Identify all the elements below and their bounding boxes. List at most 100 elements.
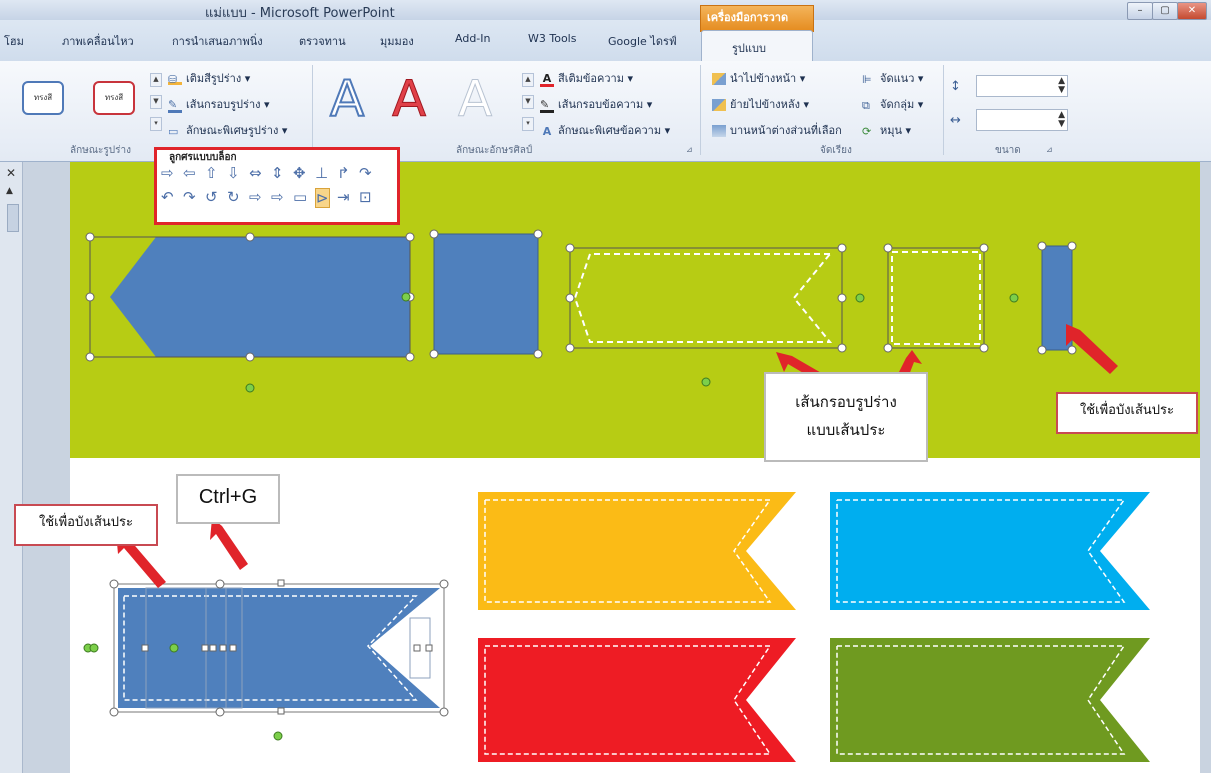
left-right-arrow-shape-icon[interactable]: ⇔ [249, 164, 262, 182]
striped-right-arrow-shape-icon[interactable]: ⇨ [249, 188, 262, 206]
selection-frame-3 [569, 247, 843, 349]
quad-arrow-shape-icon[interactable]: ✥ [293, 164, 306, 182]
shape-height-input[interactable]: ▲ ▼ [976, 75, 1068, 97]
tab-review[interactable]: ตรวจทาน [299, 32, 346, 50]
wordart-more[interactable]: ▾ [522, 117, 534, 131]
shape-styles-scroll-down[interactable]: ▼ [150, 95, 162, 109]
pen-outline-icon: ✎ [168, 98, 182, 113]
u-turn-arrow-shape-icon[interactable]: ↷ [359, 164, 372, 182]
wordart-style-red[interactable]: A [391, 69, 426, 129]
tab-add-in[interactable]: Add-In [455, 32, 490, 45]
ribbon-separator [312, 65, 313, 155]
close-button[interactable]: ✕ [1177, 2, 1207, 20]
title-bar: แม่แบบ - Microsoft PowerPoint – ▢ ✕ [0, 0, 1211, 21]
ribbon-separator [943, 65, 944, 155]
pane-scrollbar-thumb[interactable] [7, 204, 19, 232]
tab-format-label: รูปแบบ [732, 42, 766, 55]
down-arrow-shape-icon[interactable]: ⇩ [227, 164, 240, 182]
text-fill-button[interactable]: A สีเติมข้อความ ▾ [540, 69, 633, 87]
up-arrow-shape-icon[interactable]: ⇧ [205, 164, 218, 182]
swatch-label: ทรงสี [33, 93, 53, 102]
wordart-scroll-up[interactable]: ▲ [522, 73, 534, 87]
text-outline-button[interactable]: ✎ เส้นกรอบข้อความ ▾ [540, 95, 652, 113]
banner-cyan[interactable] [830, 492, 1150, 610]
arrange-group-label: จัดเรียง [820, 145, 852, 156]
bring-forward-button[interactable]: นำไปข้างหน้า ▾ [712, 69, 805, 87]
scroll-up-icon[interactable]: ▲ [6, 186, 13, 196]
send-backward-label: ย้ายไปข้างหลัง ▾ [730, 98, 810, 111]
dashed-chevron-outline[interactable] [573, 253, 833, 343]
minimize-button[interactable]: – [1127, 2, 1153, 20]
align-button[interactable]: ⊫ จัดแนว ▾ [862, 69, 923, 87]
rotate-label: หมุน ▾ [880, 124, 912, 137]
paint-bucket-icon: ⛁ [168, 73, 182, 86]
shape-effects-button[interactable]: ▭ ลักษณะพิเศษรูปร่าง ▾ [168, 121, 287, 139]
shape-styles-more[interactable]: ▾ [150, 117, 162, 131]
rotate-button[interactable]: ⟳ หมุน ▾ [862, 121, 911, 139]
wordart-style-white[interactable]: A [457, 69, 492, 129]
down-arrow-callout-shape-icon[interactable]: ⊡ [359, 188, 372, 206]
ribbon-tabs: โฮม ภาพเคลื่อนไหว การนำเสนอภาพนิ่ง ตรวจท… [0, 20, 1211, 62]
chevron-shape-icon[interactable]: ⊳ [315, 188, 330, 208]
left-arrow-shape-icon[interactable]: ⇦ [183, 164, 196, 182]
size-dialog-launcher[interactable]: ⊿ [1046, 145, 1053, 154]
curved-left-arrow-shape-icon[interactable]: ↶ [161, 188, 174, 206]
up-down-arrow-shape-icon[interactable]: ⇕ [271, 164, 284, 182]
banner-red[interactable] [478, 638, 796, 762]
shape-fill-button[interactable]: ⛁ เติมสีรูปร่าง ▾ [168, 69, 250, 87]
wordart-scroll-down[interactable]: ▼ [522, 95, 534, 109]
text-effects-button[interactable]: A ลักษณะพิเศษข้อความ ▾ [540, 121, 670, 139]
shape-width-input[interactable]: ▲ ▼ [976, 109, 1068, 131]
callout-ctrl-g: Ctrl+G [176, 474, 280, 524]
callout-dashed-outline-line1: เส้นกรอบรูปร่าง [795, 393, 897, 411]
shape-outline-button[interactable]: ✎ เส้นกรอบรูปร่าง ▾ [168, 95, 270, 113]
wordart-style-outline-blue[interactable]: A [329, 69, 365, 129]
block-arrows-title: ลูกศรแบบบล็อก [169, 152, 237, 163]
tab-format[interactable]: รูปแบบ [701, 30, 813, 63]
send-backward-button[interactable]: ย้ายไปข้างหลัง ▾ [712, 95, 809, 113]
shape-styles-scroll-up[interactable]: ▲ [150, 73, 162, 87]
tab-slideshow[interactable]: การนำเสนอภาพนิ่ง [172, 32, 263, 50]
align-label: จัดแนว ▾ [880, 72, 924, 85]
maximize-button[interactable]: ▢ [1152, 2, 1178, 20]
bent-arrow-shape-icon[interactable]: ↱ [337, 164, 350, 182]
chevron-shape-1[interactable] [110, 237, 410, 357]
tab-w3-tools[interactable]: W3 Tools [528, 32, 576, 45]
tab-home[interactable]: โฮม [4, 32, 24, 50]
pentagon-shape-icon[interactable]: ▭ [293, 188, 307, 206]
banner-yellow[interactable] [478, 492, 796, 610]
slide-canvas[interactable]: เส้นกรอบรูปร่าง แบบเส้นประ ใช้เพื่อบังเส… [14, 162, 1200, 773]
tab-google-drive[interactable]: Google ไดรฟ์ [608, 32, 677, 50]
drawing-tools-context: เครื่องมือการวาด [700, 5, 814, 32]
wordart-dialog-launcher[interactable]: ⊿ [686, 145, 693, 154]
slides-pane-strip: ✕ ▲ [0, 162, 23, 773]
powerpoint-window: แม่แบบ - Microsoft PowerPoint – ▢ ✕ โฮม … [0, 0, 1211, 773]
curved-up-arrow-shape-icon[interactable]: ↺ [205, 188, 218, 206]
dashed-square-outline[interactable] [891, 251, 981, 345]
align-icon: ⊫ [862, 73, 872, 86]
selection-pane-button[interactable]: บานหน้าต่างส่วนที่เลือก [712, 121, 842, 139]
shape-style-swatch-red[interactable]: ทรงสี [93, 81, 135, 115]
window-controls: – ▢ ✕ [1127, 2, 1207, 20]
swatch-label: ทรงสี [104, 93, 124, 102]
square-shape-2[interactable] [433, 233, 539, 355]
curved-down-arrow-shape-icon[interactable]: ↻ [227, 188, 240, 206]
close-pane-icon[interactable]: ✕ [6, 166, 16, 180]
grouped-blue-banner[interactable] [118, 588, 440, 708]
tab-view[interactable]: มุมมอง [380, 32, 414, 50]
callout-hide-dash-right: ใช้เพื่อบังเส้นประ [1056, 392, 1198, 434]
left-right-up-arrow-shape-icon[interactable]: ⊥ [315, 164, 328, 182]
text-fill-label: สีเติมข้อความ ▾ [558, 72, 633, 85]
shape-styles-group-label: ลักษณะรูปร่าง [70, 145, 132, 156]
banner-green[interactable] [830, 638, 1150, 762]
curved-right-arrow-shape-icon[interactable]: ↷ [183, 188, 196, 206]
tab-animations[interactable]: ภาพเคลื่อนไหว [62, 32, 134, 50]
width-spin-icon[interactable]: ▲ ▼ [1058, 111, 1065, 129]
group-button[interactable]: ⧉ จัดกลุ่ม ▾ [862, 95, 923, 113]
notched-right-arrow-shape-icon[interactable]: ⇨ [271, 188, 284, 206]
drawing-tools-label: เครื่องมือการวาด [707, 11, 789, 24]
height-spin-icon[interactable]: ▲ ▼ [1058, 77, 1065, 95]
shape-style-swatch-blue[interactable]: ทรงสี [22, 81, 64, 115]
right-arrow-callout-shape-icon[interactable]: ⇥ [337, 188, 350, 206]
right-arrow-shape-icon[interactable]: ⇨ [161, 164, 174, 182]
